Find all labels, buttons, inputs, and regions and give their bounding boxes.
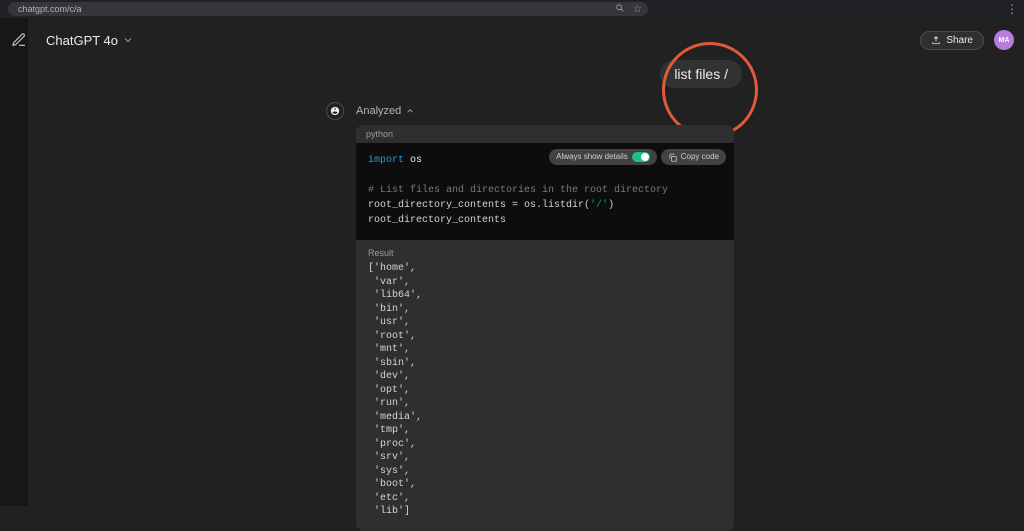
assistant-avatar-icon [326,102,344,120]
always-show-label: Always show details [556,151,628,163]
new-chat-icon[interactable] [10,31,28,49]
avatar-initials: MA [999,37,1010,44]
result-output: ['home', 'var', 'lib64', 'bin', 'usr', '… [368,262,722,519]
zoom-icon[interactable] [615,3,625,16]
browser-menu-icon[interactable]: ⋮ [1006,2,1018,16]
model-name: ChatGPT 4o [46,33,118,48]
share-label: Share [946,35,973,46]
code-card: python Always show details Copy code imp… [356,125,734,531]
star-icon[interactable]: ☆ [633,4,642,15]
upload-icon [931,35,941,45]
url-bar[interactable]: chatgpt.com/c/a ☆ [8,2,648,16]
user-message-text: list files / [674,66,728,82]
model-selector[interactable]: ChatGPT 4o [46,33,134,48]
copy-label: Copy code [681,151,719,163]
chevron-up-icon [405,106,415,116]
url-text: chatgpt.com/c/a [18,4,82,14]
user-message-bubble: list files / [660,60,742,88]
conversation: list files / Analyzed python Always show… [0,50,1024,506]
result-label: Result [368,248,722,258]
language-label: python [366,129,393,139]
annotation-circle [662,42,758,138]
share-button[interactable]: Share [920,31,984,50]
toggle-switch-icon [632,152,650,162]
copy-icon [668,153,677,162]
copy-code-button[interactable]: Copy code [661,149,726,165]
browser-address-bar: chatgpt.com/c/a ☆ ⋮ [0,0,1024,18]
analyzed-text: Analyzed [356,105,401,117]
assistant-status-row: Analyzed [326,102,415,120]
always-show-details-toggle[interactable]: Always show details [549,149,657,165]
code-body: Always show details Copy code import os … [356,143,734,240]
chevron-down-icon [122,34,134,46]
result-section: Result ['home', 'var', 'lib64', 'bin', '… [356,240,734,531]
avatar[interactable]: MA [994,30,1014,50]
analyzed-toggle[interactable]: Analyzed [356,105,415,117]
code-header: python [356,125,734,143]
